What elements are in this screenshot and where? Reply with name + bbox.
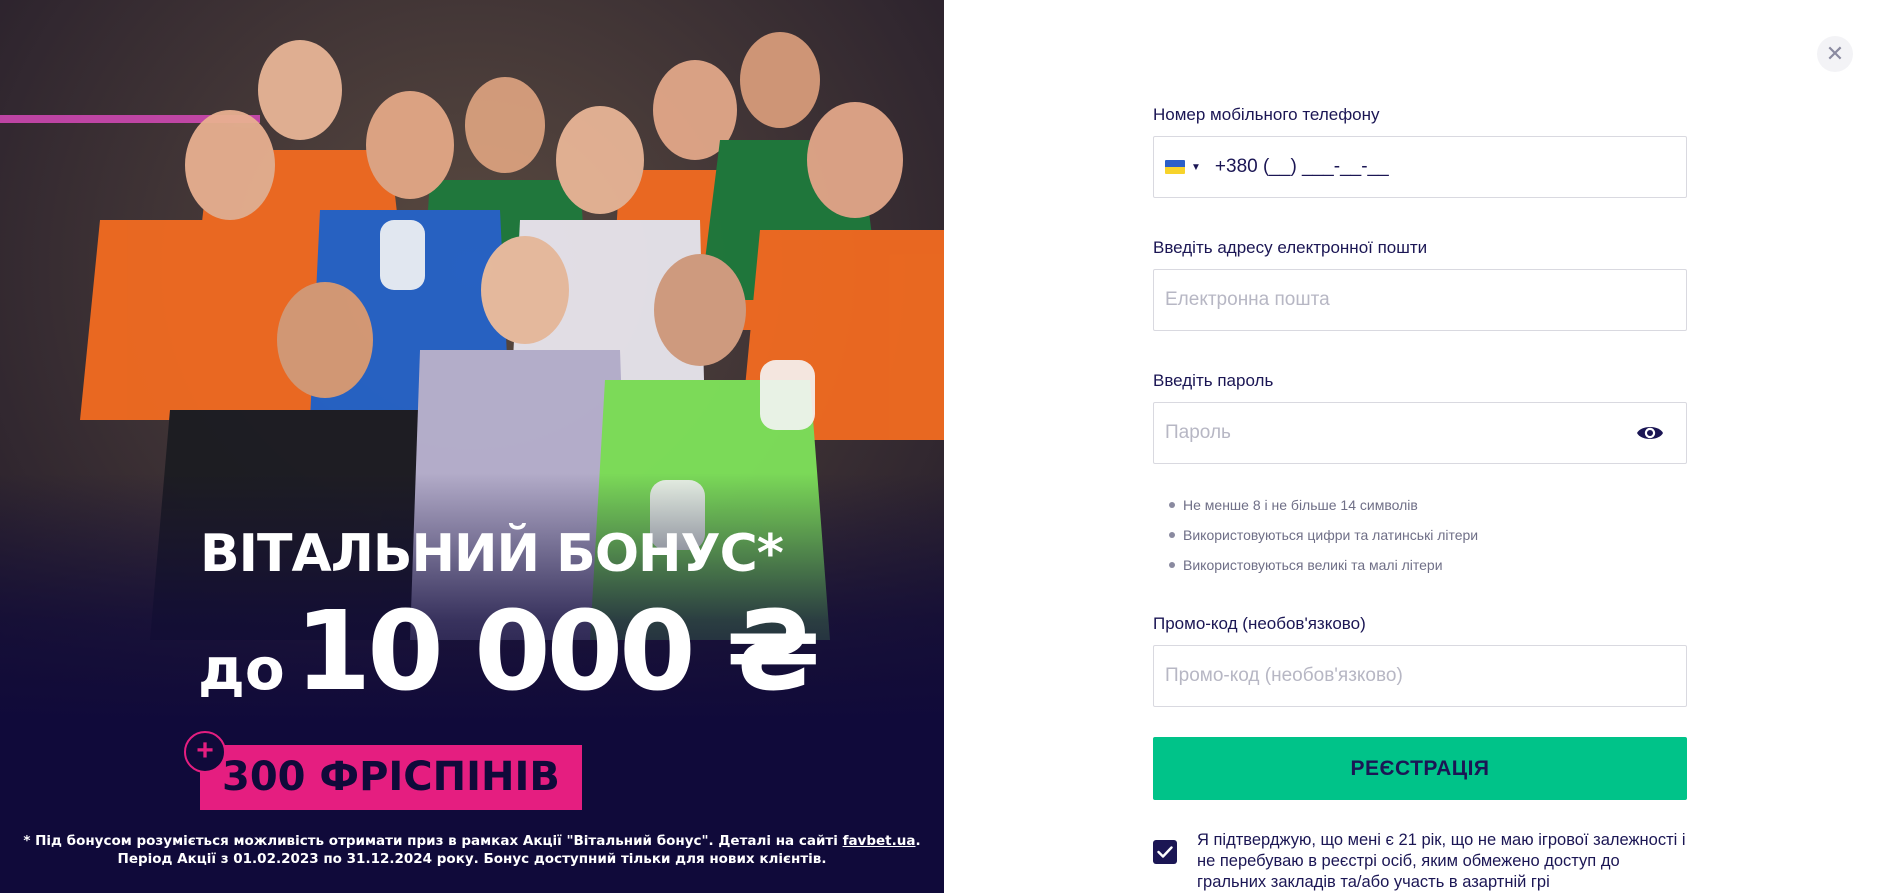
list-item: Використовуються цифри та латинські літе… <box>1169 526 1687 556</box>
chevron-down-icon: ▼ <box>1191 161 1201 173</box>
plus-icon: + <box>184 731 226 773</box>
disclaimer-line-2: Період Акції з 01.02.2023 по 31.12.2024 … <box>117 851 827 867</box>
email-field[interactable] <box>1154 270 1686 330</box>
country-code-select[interactable]: ▼ <box>1154 137 1201 197</box>
list-item: Не менше 8 і не більше 14 символів <box>1169 496 1687 526</box>
favbet-link[interactable]: favbet.ua <box>843 833 916 849</box>
password-field-wrapper <box>1153 402 1687 464</box>
phone-input[interactable]: +380 (__) ___-__-__ <box>1215 156 1389 178</box>
eye-icon[interactable] <box>1636 423 1664 443</box>
checkmark-icon <box>1157 846 1173 858</box>
free-spins-badge: 300 ФРІСПІНІВ <box>200 745 582 810</box>
promo-disclaimer: * Під бонусом розуміється можливість отр… <box>0 832 944 868</box>
password-field[interactable] <box>1154 403 1686 463</box>
bullet-icon <box>1169 532 1175 538</box>
promo-amount-row: до 10 000 ₴ <box>198 587 821 715</box>
registration-form-panel: ✕ Номер мобільного телефону ▼ +380 (__) … <box>944 0 1893 893</box>
registration-page: ВІТАЛЬНИЙ БОНУС* до 10 000 ₴ + 300 ФРІСП… <box>0 0 1893 893</box>
age-confirmation: Я підтверджую, що мені є 21 рік, що не м… <box>1153 830 1687 893</box>
email-label: Введіть адресу електронної пошти <box>1153 238 1428 257</box>
phone-label: Номер мобільного телефону <box>1153 105 1380 124</box>
disclaimer-line-1: * Під бонусом розуміється можливість отр… <box>23 833 921 849</box>
promo-amount-prefix: до <box>198 635 285 703</box>
promo-code-field[interactable] <box>1154 646 1686 706</box>
age-confirm-text: Я підтверджую, що мені є 21 рік, що не м… <box>1197 831 1686 891</box>
bullet-icon <box>1169 562 1175 568</box>
age-confirm-checkbox[interactable] <box>1153 840 1177 864</box>
ukraine-flag-icon <box>1165 160 1185 174</box>
promo-code-label: Промо-код (необов'язково) <box>1153 614 1366 633</box>
bullet-icon <box>1169 502 1175 508</box>
promo-code-field-wrapper <box>1153 645 1687 707</box>
promo-amount: 10 000 ₴ <box>294 587 821 715</box>
password-label: Введіть пароль <box>1153 371 1274 390</box>
list-item: Використовуються великі та малі літери <box>1169 556 1687 586</box>
register-button[interactable]: РЕЄСТРАЦІЯ <box>1153 737 1687 800</box>
password-rules: Не менше 8 і не більше 14 символів Викор… <box>1153 496 1687 586</box>
close-icon: ✕ <box>1825 41 1845 66</box>
registration-form: Номер мобільного телефону ▼ +380 (__) __… <box>1153 105 1687 893</box>
promo-banner: ВІТАЛЬНИЙ БОНУС* до 10 000 ₴ + 300 ФРІСП… <box>0 0 944 893</box>
close-button[interactable]: ✕ <box>1817 36 1853 72</box>
phone-field[interactable]: ▼ +380 (__) ___-__-__ <box>1153 136 1687 198</box>
email-field-wrapper <box>1153 269 1687 331</box>
promo-title: ВІТАЛЬНИЙ БОНУС* <box>200 524 784 584</box>
